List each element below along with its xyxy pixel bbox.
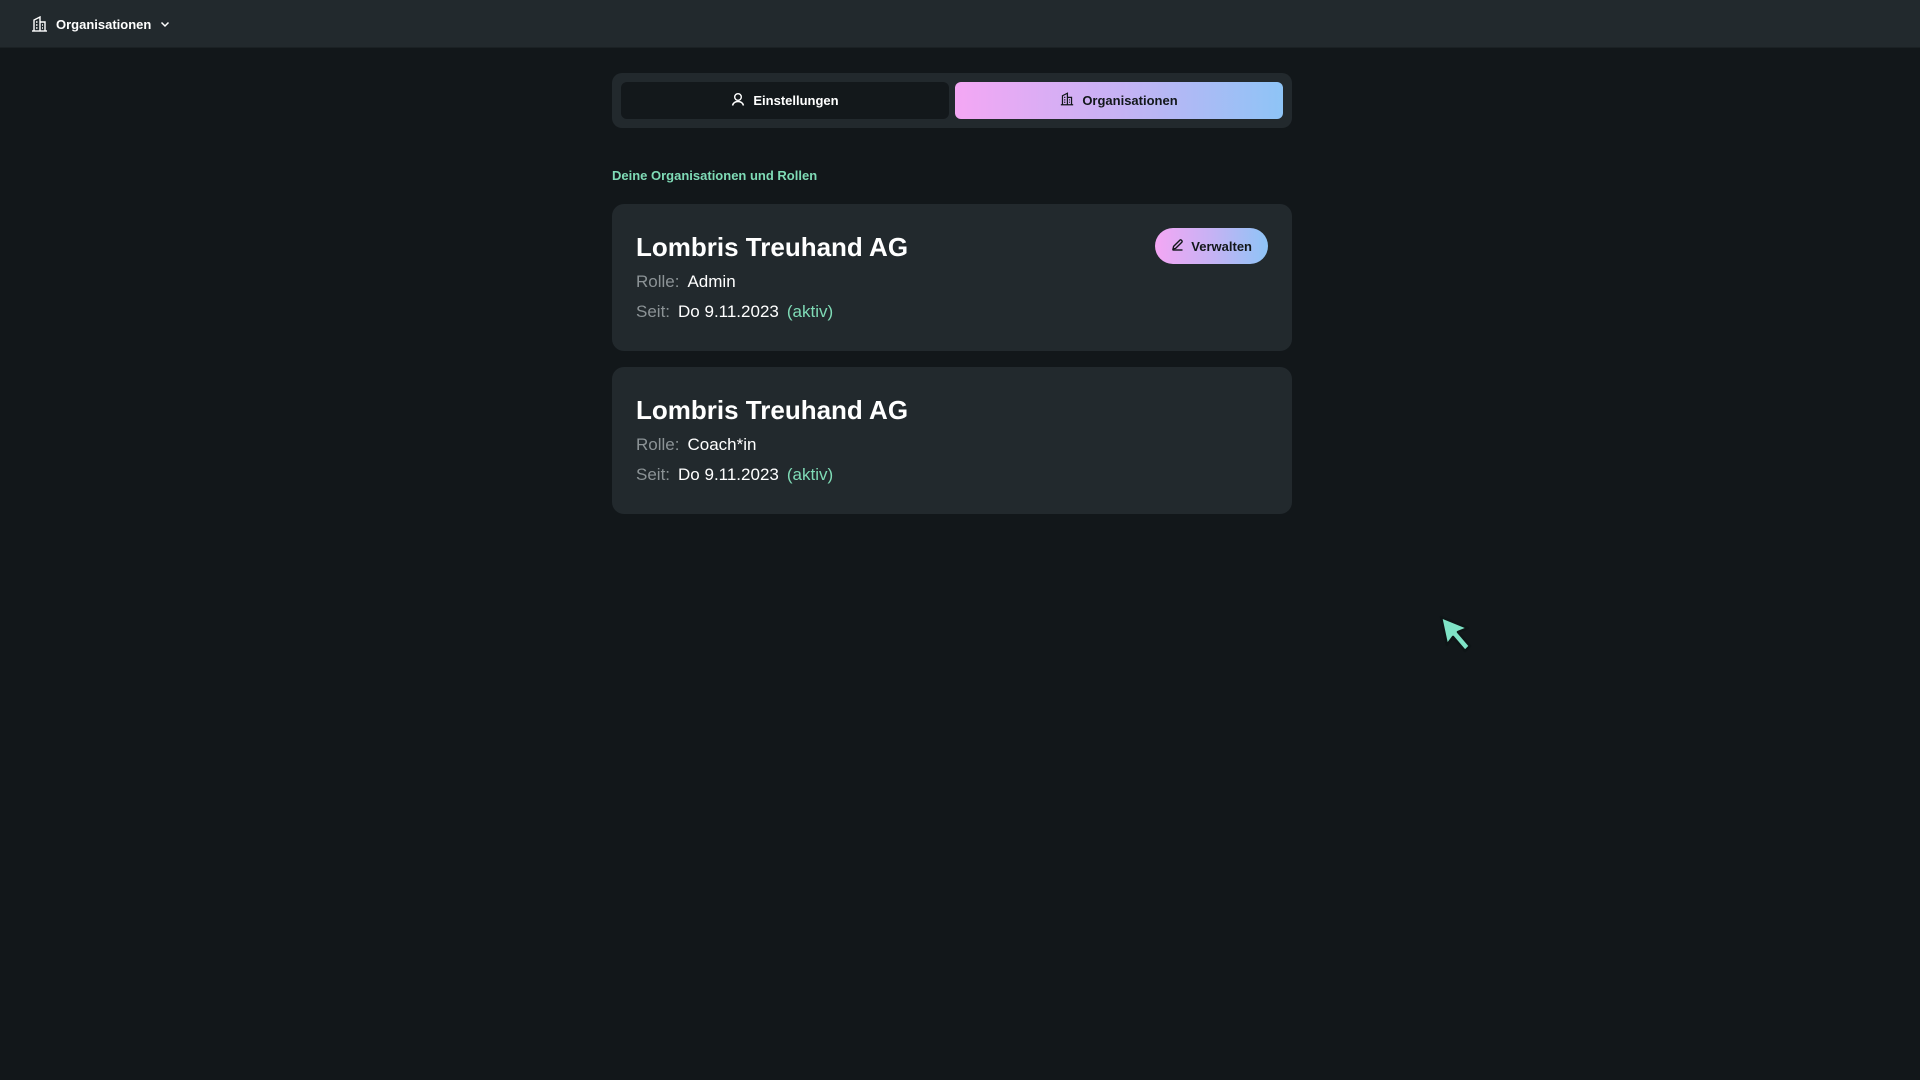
organization-name: Lombris Treuhand AG (636, 232, 909, 262)
section-title: Deine Organisationen und Rollen (612, 168, 818, 183)
organization-switcher[interactable]: Organisationen (31, 12, 171, 36)
tab-einstellungen[interactable]: Einstellungen (621, 82, 949, 119)
chevron-down-icon (159, 18, 171, 30)
manage-button-label: Verwalten (1191, 238, 1252, 254)
role-label: Rolle: (636, 435, 680, 454)
since-value: Do 9.11.2023 (678, 465, 779, 484)
top-bar: Organisationen (0, 0, 1920, 48)
since-label: Seit: (636, 302, 671, 321)
building-icon (1060, 92, 1074, 109)
since-row: Seit: Do 9.11.2023 (aktiv) (636, 302, 833, 322)
role-row: Rolle: Admin (636, 272, 736, 292)
tab-bar: Einstellungen Organisationen (612, 73, 1292, 128)
organization-card: Lombris Treuhand AG Rolle: Coach*in Seit… (612, 367, 1292, 514)
manage-button[interactable]: Verwalten (1155, 228, 1268, 264)
tab-label: Organisationen (1082, 93, 1178, 108)
tab-label: Einstellungen (753, 93, 839, 108)
role-row: Rolle: Coach*in (636, 435, 756, 455)
edit-icon (1171, 238, 1184, 254)
since-row: Seit: Do 9.11.2023 (aktiv) (636, 465, 833, 485)
role-value: Coach*in (687, 435, 757, 454)
status-badge: (aktiv) (786, 465, 834, 484)
organization-card: Lombris Treuhand AG Rolle: Admin Seit: D… (612, 204, 1292, 351)
organization-name: Lombris Treuhand AG (636, 395, 909, 425)
since-value: Do 9.11.2023 (678, 302, 779, 321)
role-value: Admin (687, 272, 736, 291)
tab-organisationen[interactable]: Organisationen (955, 82, 1283, 119)
since-label: Seit: (636, 465, 671, 484)
building-icon (31, 16, 48, 32)
user-icon (731, 92, 745, 109)
status-badge: (aktiv) (786, 302, 834, 321)
mouse-cursor-icon (1438, 614, 1478, 661)
role-label: Rolle: (636, 272, 680, 291)
organization-switcher-label: Organisationen (56, 16, 152, 32)
